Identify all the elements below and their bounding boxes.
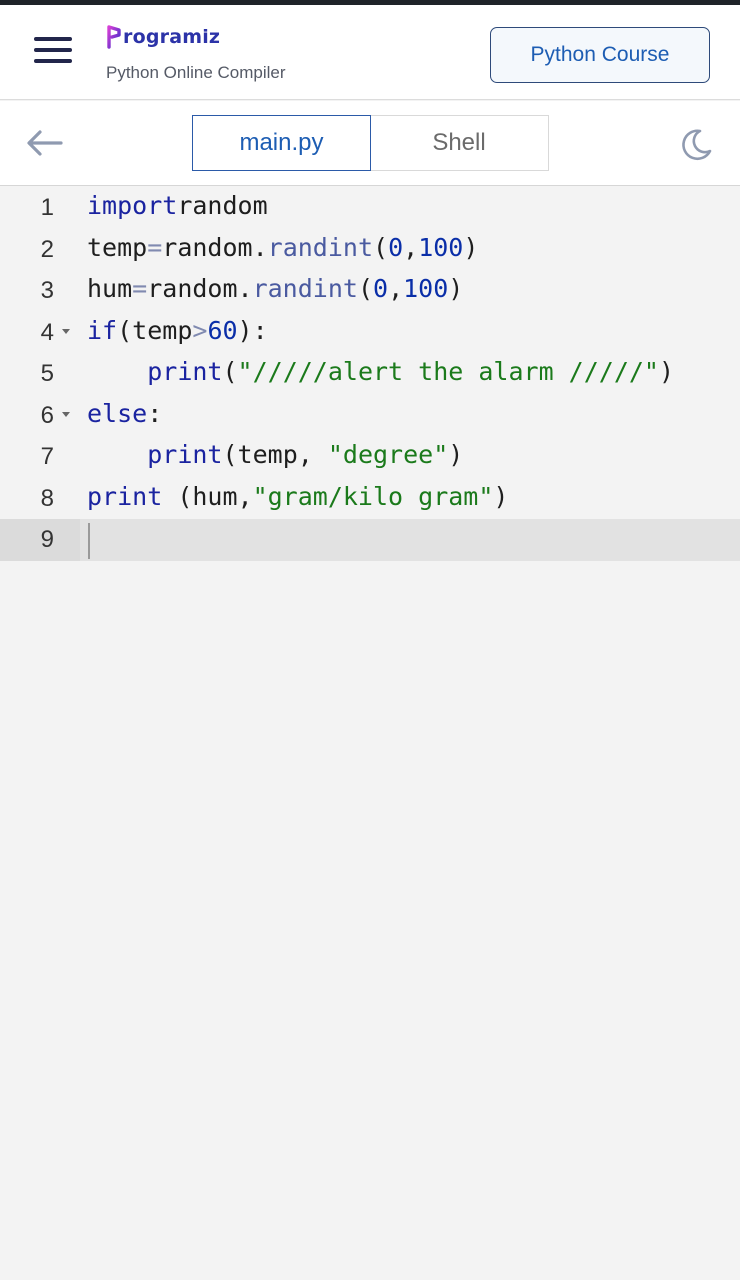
file-tabs: main.py Shell bbox=[192, 115, 549, 171]
editor-toolbar: main.py Shell bbox=[0, 101, 740, 186]
line-code: if(temp>60): bbox=[87, 316, 268, 345]
line-code: hum=random.randint(0,100) bbox=[87, 274, 463, 303]
code-token: randint bbox=[267, 232, 373, 262]
code-token: random bbox=[177, 191, 268, 220]
code-token: ) bbox=[658, 357, 675, 386]
line-gutter: 9 bbox=[0, 519, 80, 561]
fold-arrow-icon[interactable] bbox=[62, 411, 70, 417]
code-token: ) bbox=[493, 481, 509, 511]
code-token: "gram/kilo gram" bbox=[252, 481, 494, 511]
code-token: import bbox=[87, 191, 178, 220]
line-number: 2 bbox=[40, 235, 54, 263]
code-line[interactable]: 1 importrandom bbox=[0, 187, 740, 229]
page-subtitle: Python Online Compiler bbox=[106, 63, 286, 82]
code-token: 60 bbox=[207, 315, 238, 345]
line-gutter: 8 bbox=[0, 478, 80, 520]
code-token: if bbox=[87, 315, 118, 345]
line-gutter: 2 bbox=[0, 229, 80, 271]
line-gutter: 7 bbox=[0, 436, 80, 478]
fold-arrow-icon[interactable] bbox=[62, 328, 70, 334]
code-token: ) bbox=[448, 274, 464, 303]
line-gutter: 1 bbox=[0, 187, 80, 229]
line-number: 1 bbox=[40, 194, 54, 221]
code-token: print bbox=[87, 481, 163, 511]
code-token: , bbox=[388, 274, 404, 303]
arrow-left-icon[interactable] bbox=[25, 128, 65, 158]
line-number: 4 bbox=[40, 318, 54, 346]
programiz-logo-icon bbox=[107, 25, 121, 49]
code-token: > bbox=[192, 315, 208, 345]
code-token: random. bbox=[147, 274, 253, 303]
code-token: = bbox=[132, 274, 148, 303]
brand[interactable]: rogramiz Python Online Compiler bbox=[106, 19, 286, 83]
code-token: 100 bbox=[418, 232, 464, 262]
code-token: else bbox=[87, 398, 148, 428]
line-code: print(temp, "degree") bbox=[87, 440, 463, 469]
line-number: 3 bbox=[40, 277, 54, 304]
code-token: randint bbox=[252, 274, 358, 303]
code-token: temp bbox=[87, 232, 148, 262]
code-token: 0 bbox=[388, 232, 404, 262]
line-number: 5 bbox=[40, 360, 54, 387]
app-header: rogramiz Python Online Compiler Python C… bbox=[0, 5, 740, 100]
code-token: random. bbox=[162, 232, 268, 262]
code-token: ) bbox=[448, 440, 464, 469]
line-code: print (hum,"gram/kilo gram") bbox=[87, 482, 508, 511]
code-token: print bbox=[147, 357, 223, 386]
brand-name: rogramiz bbox=[123, 26, 221, 48]
code-token: (hum, bbox=[162, 481, 253, 511]
python-course-button[interactable]: Python Course bbox=[490, 27, 710, 83]
moon-icon[interactable] bbox=[678, 127, 714, 163]
code-token: (temp, bbox=[222, 440, 328, 469]
code-token: ) bbox=[463, 232, 479, 262]
line-gutter: 4 bbox=[0, 312, 80, 354]
line-number: 7 bbox=[40, 443, 54, 470]
line-gutter: 6 bbox=[0, 395, 80, 437]
line-code: temp=random.randint(0,100) bbox=[87, 233, 478, 262]
line-code: else: bbox=[87, 399, 162, 428]
code-token: : bbox=[147, 398, 163, 428]
code-token: ( bbox=[373, 232, 389, 262]
line-code: print("/////alert the alarm /////") bbox=[87, 357, 674, 386]
code-token: "degree" bbox=[327, 440, 449, 469]
code-line[interactable]: 8 print (hum,"gram/kilo gram") bbox=[0, 478, 740, 520]
code-line[interactable]: 6 else: bbox=[0, 395, 740, 437]
code-token: hum bbox=[87, 274, 133, 303]
code-token: (temp bbox=[117, 315, 193, 345]
code-line[interactable]: 2 temp=random.randint(0,100) bbox=[0, 229, 740, 271]
code-editor[interactable]: 1 importrandom 2 temp=random.randint(0,100)… bbox=[0, 187, 740, 1280]
text-cursor bbox=[88, 523, 90, 559]
code-token: print bbox=[147, 440, 223, 469]
hamburger-icon[interactable] bbox=[34, 35, 72, 65]
code-line[interactable]: 4 if(temp>60): bbox=[0, 312, 740, 354]
code-line[interactable]: 3 hum=random.randint(0,100) bbox=[0, 270, 740, 312]
line-number: 8 bbox=[40, 484, 54, 512]
code-token: ( bbox=[357, 274, 373, 303]
line-gutter: 3 bbox=[0, 270, 80, 312]
code-token: = bbox=[147, 232, 163, 262]
line-number: 6 bbox=[40, 401, 54, 429]
code-token: 0 bbox=[373, 274, 389, 303]
code-token: , bbox=[403, 232, 419, 262]
code-token: 100 bbox=[403, 274, 449, 303]
line-code: importrandom bbox=[87, 191, 268, 220]
tab-main-py[interactable]: main.py bbox=[192, 115, 371, 171]
code-token: ( bbox=[222, 357, 238, 386]
line-number: 9 bbox=[40, 526, 54, 553]
programiz-logo: rogramiz bbox=[106, 19, 286, 49]
code-line[interactable]: 7 print(temp, "degree") bbox=[0, 436, 740, 478]
code-line[interactable]: 5 print("/////alert the alarm /////") bbox=[0, 353, 740, 395]
line-gutter: 5 bbox=[0, 353, 80, 395]
tab-shell[interactable]: Shell bbox=[369, 115, 549, 171]
code-line[interactable]: 9 bbox=[0, 519, 740, 561]
code-token: "/////alert the alarm /////" bbox=[237, 357, 659, 386]
code-token: ): bbox=[237, 315, 268, 345]
